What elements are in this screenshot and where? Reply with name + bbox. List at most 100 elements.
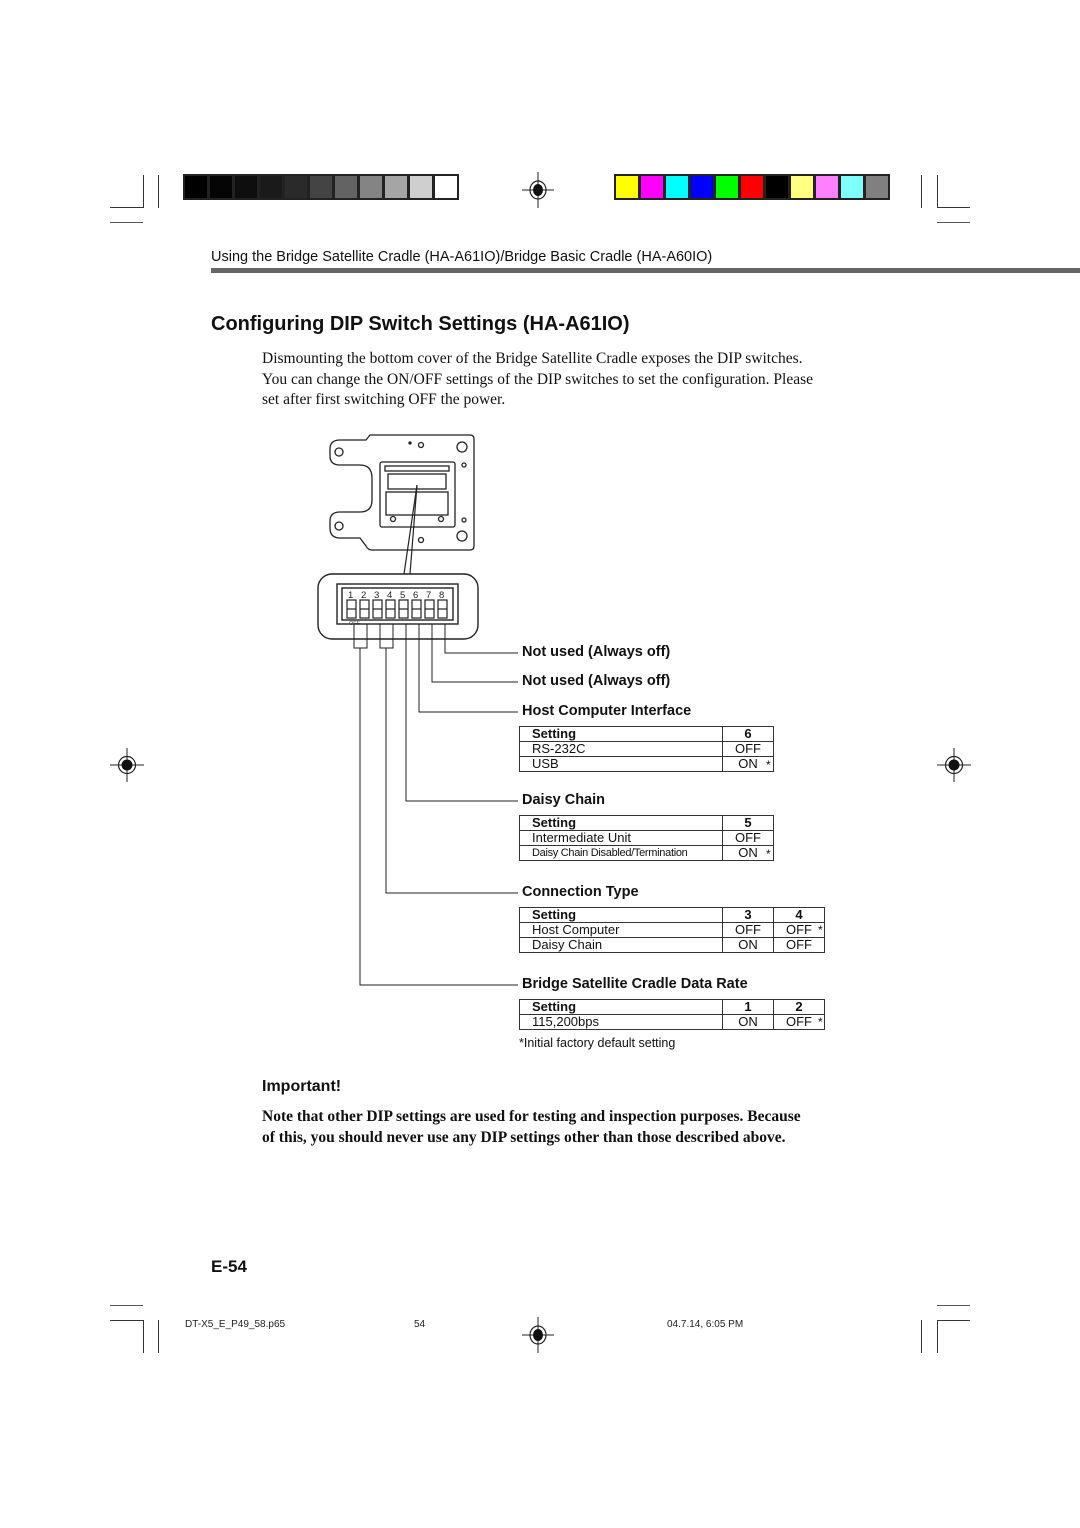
table-header: 1 — [722, 999, 774, 1015]
dip-switch-number: 4 — [387, 590, 392, 601]
table-data-rate: Setting 1 2 115,200bps ON OFF — [519, 999, 825, 1030]
grayscale-swatch — [360, 176, 382, 198]
important-text: Note that other DIP settings are used fo… — [262, 1106, 882, 1148]
important-line: Note that other DIP settings are used fo… — [262, 1108, 801, 1125]
label-data-rate: Bridge Satellite Cradle Data Rate — [522, 976, 748, 992]
registration-mark-top-icon — [522, 172, 554, 208]
running-header: Using the Bridge Satellite Cradle (HA-A6… — [211, 249, 713, 265]
value-cell: OFF — [773, 1014, 825, 1030]
color-swatch — [866, 176, 888, 198]
table-daisy-chain: Setting 5 Intermediate Unit OFF Daisy Chai… — [519, 815, 774, 861]
leader-lines — [353, 624, 518, 986]
color-swatch — [616, 176, 638, 198]
important-heading: Important! — [262, 1078, 342, 1095]
setting-cell: RS-232C — [519, 741, 723, 757]
value-cell: OFF — [722, 741, 774, 757]
table-header: Setting — [519, 999, 723, 1015]
table-header: Setting — [519, 815, 723, 831]
value-cell: ON — [722, 937, 774, 953]
label-daisy-chain: Daisy Chain — [522, 792, 605, 808]
grayscale-swatch — [335, 176, 357, 198]
registration-mark-bottom-icon — [522, 1317, 554, 1353]
value-cell: OFF — [722, 922, 774, 938]
setting-cell: Host Computer — [519, 922, 723, 938]
color-swatch — [791, 176, 813, 198]
default-marker: * — [818, 1015, 823, 1029]
registration-mark-right-icon — [937, 748, 971, 782]
intro-line: You can change the ON/OFF settings of th… — [262, 370, 814, 388]
setting-cell: Daisy Chain Disabled/Termination — [519, 845, 723, 861]
grayscale-swatch — [285, 176, 307, 198]
footer-timestamp: 04.7.14, 6:05 PM — [667, 1319, 744, 1330]
table-header: Setting — [519, 907, 723, 923]
table-header: 3 — [722, 907, 774, 923]
table-row: RS-232C OFF — [519, 741, 774, 757]
table-header: 4 — [773, 907, 825, 923]
setting-cell: Intermediate Unit — [519, 830, 723, 846]
dip-switch-number: 3 — [374, 590, 379, 601]
table-row: Daisy Chain Disabled/Termination ON — [519, 845, 774, 861]
value-cell: OFF — [722, 830, 774, 846]
dip-switch-number: 6 — [413, 590, 418, 601]
table-connection-type: Setting 3 4 Host Computer OFF OFF Daisy Chai… — [519, 907, 825, 953]
dip-switch-number: 7 — [426, 590, 431, 601]
grayscale-swatch — [185, 176, 207, 198]
dip-switch-number: 1 — [348, 590, 353, 601]
setting-cell: 115,200bps — [519, 1014, 723, 1030]
grayscale-swatch — [260, 176, 282, 198]
table-header: 2 — [773, 999, 825, 1015]
header-rule — [211, 268, 1080, 273]
label-host-interface: Host Computer Interface — [522, 703, 692, 719]
table-header: Setting — [519, 726, 723, 742]
label-switch-8: Not used (Always off) — [522, 644, 671, 660]
leader-sw12 — [359, 648, 518, 986]
setting-cell: USB — [519, 756, 723, 772]
default-marker: * — [818, 923, 823, 937]
grayscale-swatch — [235, 176, 257, 198]
intro-line: set after first switching OFF the power. — [262, 391, 506, 408]
color-swatch — [766, 176, 788, 198]
grayscale-swatch — [310, 176, 332, 198]
color-swatch — [641, 176, 663, 198]
grayscale-swatch — [410, 176, 432, 198]
table-header: 6 — [722, 726, 774, 742]
color-swatch — [741, 176, 763, 198]
color-swatch — [691, 176, 713, 198]
footer-sheet-number: 54 — [414, 1319, 426, 1330]
table-host-interface: Setting 6 RS-232C OFF USB ON — [519, 726, 774, 772]
dip-switch-number: 2 — [361, 590, 366, 601]
grayscale-swatch — [210, 176, 232, 198]
page-number: E-54 — [211, 1257, 247, 1276]
default-marker: * — [766, 758, 771, 772]
color-swatch — [841, 176, 863, 198]
intro-line: Dismounting the bottom cover of the Brid… — [262, 350, 803, 367]
dip-switch-block — [317, 573, 479, 640]
grayscale-calibration-bar — [183, 174, 459, 200]
cradle-diagram: 12345678 OFF — [317, 434, 518, 986]
cradle-bottom-illustration — [329, 434, 475, 551]
value-cell: OFF — [773, 922, 825, 938]
color-swatch — [816, 176, 838, 198]
dip-switch-number: 5 — [400, 590, 405, 601]
value-cell: ON — [722, 1014, 774, 1030]
table-row: Host Computer OFF OFF — [519, 922, 825, 938]
footnote: *Initial factory default setting — [519, 1036, 676, 1050]
intro-paragraph: Dismounting the bottom cover of the Brid… — [262, 349, 902, 411]
color-swatch — [716, 176, 738, 198]
default-marker: * — [766, 847, 771, 861]
label-connection-type: Connection Type — [522, 884, 639, 900]
table-row: Daisy Chain ON OFF — [519, 937, 825, 953]
color-swatch — [666, 176, 688, 198]
footer-file-name: DT-X5_E_P49_58.p65 — [185, 1319, 286, 1330]
table-row: Intermediate Unit OFF — [519, 830, 774, 846]
table-row: USB ON — [519, 756, 774, 772]
setting-cell: Daisy Chain — [519, 937, 723, 953]
callout-pointer — [403, 484, 418, 575]
registration-mark-left-icon — [110, 748, 144, 782]
grayscale-swatch — [385, 176, 407, 198]
color-calibration-bar — [614, 174, 890, 200]
label-switch-7: Not used (Always off) — [522, 673, 671, 689]
dip-off-label: OFF — [349, 621, 361, 627]
table-header: 5 — [722, 815, 774, 831]
important-line: of this, you should never use any DIP se… — [262, 1129, 786, 1146]
